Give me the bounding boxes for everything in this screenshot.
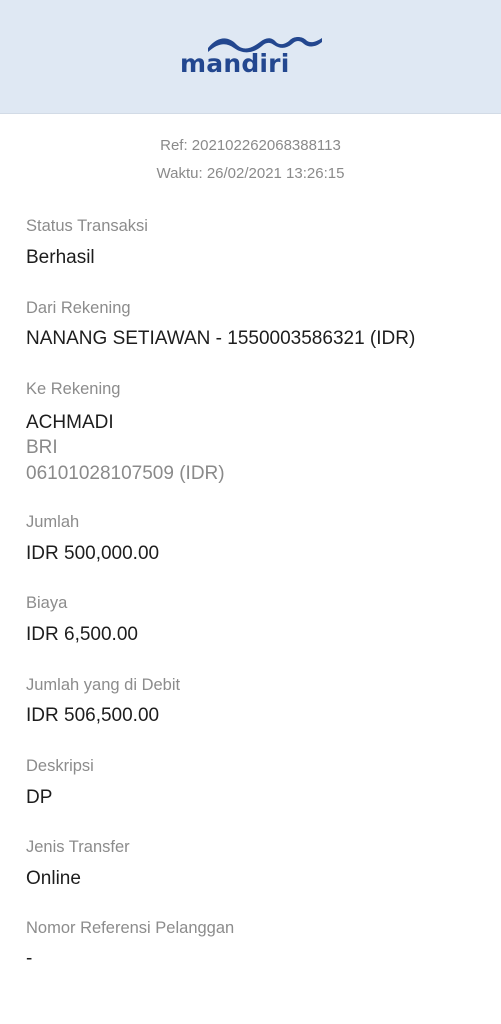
from-account-label: Dari Rekening xyxy=(26,299,131,317)
customer-reference-label: Nomor Referensi Pelanggan xyxy=(26,919,235,937)
description-value: DP xyxy=(26,787,53,808)
transaction-time: Waktu: 26/02/2021 13:26:15 xyxy=(156,165,345,182)
amount-label: Jumlah xyxy=(26,513,80,531)
status-value: Berhasil xyxy=(26,247,95,268)
mandiri-logo: mandiri xyxy=(178,34,324,80)
debited-value: IDR 506,500.00 xyxy=(26,705,160,726)
fee-value: IDR 6,500.00 xyxy=(26,624,138,645)
amount-value: IDR 500,000.00 xyxy=(26,543,160,564)
description-label: Deskripsi xyxy=(26,757,94,775)
transfer-type-value: Online xyxy=(26,868,81,889)
to-account-label: Ke Rekening xyxy=(26,380,121,398)
debited-label: Jumlah yang di Debit xyxy=(26,676,181,694)
brand-name: mandiri xyxy=(180,49,290,78)
to-account-bank: BRI xyxy=(26,437,58,458)
to-account-number: 06101028107509 (IDR) xyxy=(26,463,225,484)
to-account-name: ACHMADI xyxy=(26,412,114,433)
from-account-value: NANANG SETIAWAN - 1550003586321 (IDR) xyxy=(26,328,416,349)
status-label: Status Transaksi xyxy=(26,217,148,235)
reference-number: Ref: 202102262068388113 xyxy=(160,137,341,154)
fee-label: Biaya xyxy=(26,594,68,612)
transfer-type-label: Jenis Transfer xyxy=(26,838,130,856)
header-banner: mandiri xyxy=(0,0,501,114)
customer-reference-value: - xyxy=(26,948,33,969)
